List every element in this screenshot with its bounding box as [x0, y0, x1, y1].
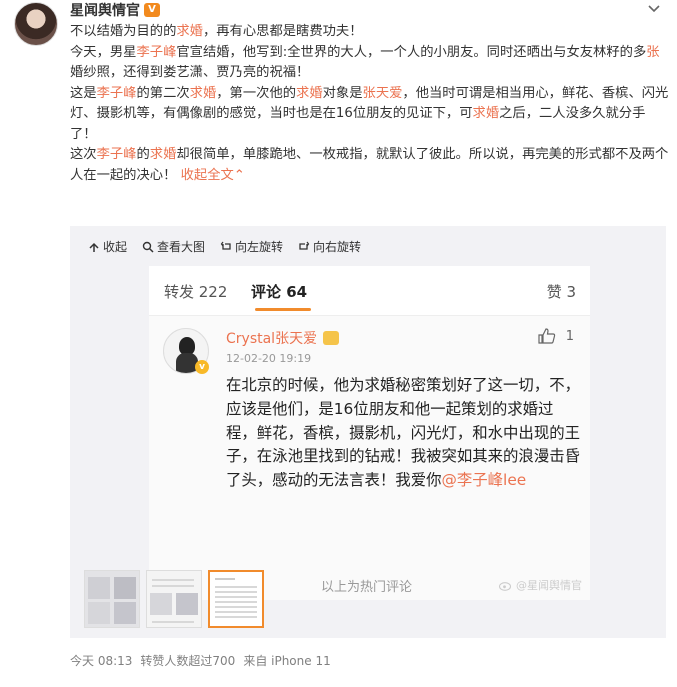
keyword-link[interactable]: 求婚 — [296, 86, 323, 101]
post-text-segment: 这次 — [70, 147, 97, 162]
collapse-icon — [89, 242, 99, 252]
comment-like-count: 1 — [565, 328, 574, 344]
thumbnail-2[interactable] — [146, 570, 202, 628]
post-time[interactable]: 今天 08:13 — [70, 652, 132, 669]
vip-badge: V — [144, 3, 160, 17]
author-name[interactable]: 星闻舆情官 — [70, 0, 140, 20]
post-text-segment: 对象是 — [322, 85, 363, 101]
post-text-segment: 今天，男星 — [70, 44, 137, 60]
comment-screenshot-image[interactable]: 转发 222 评论 64 赞 3 v Crystal张天爱 12-02-20 1… — [149, 266, 590, 600]
post-text-segment: ，第一次他的 — [216, 85, 297, 101]
post-text-segment: 不以结婚为目的的 — [70, 24, 177, 39]
watermark-text: @星闻舆情官 — [516, 579, 582, 592]
post-meta: 今天 08:13 转赞人数超过700 来自 iPhone 11 — [70, 652, 331, 669]
comment-body: 在北京的时候，他为求婚秘密策划好了这一切，不，应该是他们，是16位朋友和他一起策… — [226, 376, 580, 490]
media-toolbar: 收起 查看大图 向左旋转 向右旋转 — [88, 238, 361, 255]
rotate-right-button[interactable]: 向右旋转 — [298, 238, 361, 255]
keyword-link[interactable]: 求婚 — [473, 106, 500, 121]
post-paragraph: 今天，男星李子峰官宣结婚，他写到:全世界的大人，一个人的小朋友。同时还晒出与女友… — [70, 43, 670, 84]
screenshot-tabs: 转发 222 评论 64 赞 3 — [149, 266, 590, 316]
post-text-segment: 的第二次 — [136, 85, 190, 101]
keyword-link[interactable]: 张天爱 — [363, 86, 403, 101]
rotate-left-button[interactable]: 向左旋转 — [220, 238, 283, 255]
keyword-link[interactable]: 张 — [646, 45, 659, 60]
comment-like: 1 — [538, 328, 574, 344]
comment-mention: @李子峰lee — [441, 471, 527, 490]
post-text-segment: ，再有心思都是瞎费功夫！ — [202, 24, 363, 39]
author-name-row: 星闻舆情官 V — [70, 0, 160, 20]
tab-comment: 评论 64 — [251, 283, 308, 301]
author-avatar[interactable] — [14, 2, 58, 46]
member-badge-icon — [323, 331, 340, 345]
post-paragraph: 这次李子峰的求婚却很简单，单膝跪地、一枚戒指，就默认了彼此。所以说，再完美的形式… — [70, 145, 670, 186]
post-text-segment: 官宣结婚，他写到:全世界的大人，一个人的小朋友。同时还晒出与女友林籽的多 — [176, 44, 647, 60]
rotate-left-icon — [220, 241, 231, 250]
collapse-button[interactable]: 收起 — [88, 238, 127, 255]
rotate-left-label: 向左旋转 — [235, 240, 284, 254]
hot-comments-footer: 以上为热门评论 — [321, 580, 413, 595]
tab-repost: 转发 222 — [164, 283, 228, 301]
verified-badge-icon: v — [195, 360, 209, 374]
collapse-label: 收起 — [103, 240, 128, 254]
post-paragraph: 不以结婚为目的的求婚，再有心思都是瞎费功夫！ — [70, 22, 670, 43]
post-text: 不以结婚为目的的求婚，再有心思都是瞎费功夫！ 今天，男星李子峰官宣结婚，他写到:全… — [70, 22, 670, 186]
post-text-segment: 婚纱照，还得到娄艺潇、贾乃亮的祝福！ — [70, 65, 310, 80]
collapse-text-link[interactable]: ⌃ — [234, 168, 245, 183]
media-panel: 收起 查看大图 向左旋转 向右旋转 转发 222 评论 64 赞 3 v Cry… — [70, 226, 666, 638]
weibo-logo-icon — [499, 581, 512, 591]
thumbnail-1[interactable] — [84, 570, 140, 628]
collapse-text-link[interactable]: 收起全文 — [176, 168, 234, 183]
tab-underline — [255, 308, 311, 311]
keyword-link[interactable]: 李子峰 — [136, 45, 176, 60]
tab-like: 赞 3 — [546, 283, 576, 301]
keyword-link[interactable]: 求婚 — [150, 147, 177, 162]
post-paragraph: 这是李子峰的第二次求婚，第一次他的求婚对象是张天爱，他当时可谓是相当用心，鲜花、… — [70, 84, 670, 146]
view-large-label: 查看大图 — [157, 240, 206, 254]
thumbnail-strip — [84, 570, 264, 628]
rotate-right-icon — [299, 241, 310, 250]
comment-text: 在北京的时候，他为求婚秘密策划好了这一切，不，应该是他们，是16位朋友和他一起策… — [226, 374, 580, 493]
keyword-link[interactable]: 求婚 — [176, 24, 203, 39]
commenter-name: Crystal张天爱 — [226, 331, 318, 347]
commenter-name-row: Crystal张天爱 — [226, 328, 340, 348]
post-text-segment: 的 — [136, 147, 150, 162]
chevron-down-icon[interactable] — [647, 2, 661, 16]
post-text-segment: 这是 — [70, 85, 97, 101]
thumbnail-3-active[interactable] — [208, 570, 264, 628]
keyword-link[interactable]: 李子峰 — [97, 86, 137, 101]
thumbs-up-icon — [538, 328, 555, 344]
comment-time: 12-02-20 19:19 — [226, 352, 312, 365]
rotate-right-label: 向右旋转 — [313, 240, 362, 254]
image-watermark: @星闻舆情官 — [499, 577, 582, 593]
post-source: 来自 iPhone 11 — [243, 654, 331, 668]
zoom-icon — [142, 241, 154, 253]
keyword-link[interactable]: 求婚 — [190, 86, 217, 101]
view-large-button[interactable]: 查看大图 — [142, 238, 205, 255]
keyword-link[interactable]: 李子峰 — [97, 147, 137, 162]
post-like-summary[interactable]: 转赞人数超过700 — [140, 652, 235, 669]
